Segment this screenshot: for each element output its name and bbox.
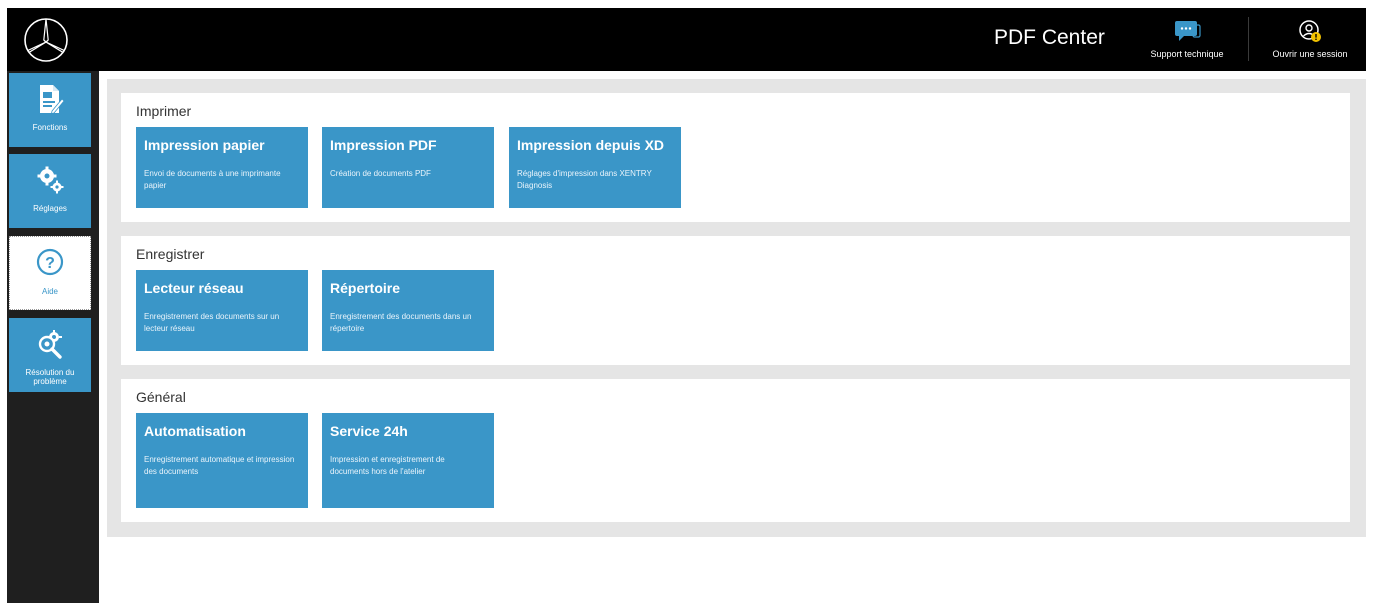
- tile-automatisation[interactable]: Automatisation Enregistrement automatiqu…: [136, 413, 308, 508]
- sidebar-item-fonctions[interactable]: Fonctions: [9, 73, 91, 147]
- sidebar-item-label: Réglages: [33, 204, 67, 213]
- tile-title: Impression papier: [144, 137, 265, 153]
- tile-description: Envoi de documents à une imprimante papi…: [144, 169, 281, 190]
- tile-impression-pdf[interactable]: Impression PDF Création de documents PDF: [322, 127, 494, 208]
- tile-title: Service 24h: [330, 423, 408, 439]
- login-button[interactable]: Ouvrir une session: [1265, 19, 1355, 59]
- tile-impression-papier[interactable]: Impression papier Envoi de documents à u…: [136, 127, 308, 208]
- gear-search-icon: [38, 330, 62, 359]
- section-imprimer: Imprimer Impression papier Envoi de docu…: [121, 93, 1350, 222]
- tile-description: Enregistrement automatique et impression…: [144, 455, 295, 476]
- top-bar: PDF Center Support technique Ouvrir une …: [7, 8, 1366, 71]
- user-warning-icon: [1299, 20, 1321, 42]
- mercedes-star-logo: [24, 18, 68, 62]
- tile-impression-xd[interactable]: Impression depuis XD Réglages d'impressi…: [509, 127, 681, 208]
- tile-title: Lecteur réseau: [144, 280, 244, 296]
- section-title: Général: [136, 389, 186, 405]
- tile-title: Répertoire: [330, 280, 401, 296]
- sidebar-item-label: Aide: [41, 287, 58, 296]
- help-circle-icon: ?: [36, 248, 64, 276]
- tile-description: Création de documents PDF: [330, 169, 431, 178]
- tile-description: Réglages d'impression dans XENTRY Diagno…: [517, 169, 652, 190]
- tile-title: Impression depuis XD: [517, 137, 665, 153]
- chat-bubble-icon: [1175, 21, 1201, 41]
- app-window: PDF Center Support technique Ouvrir une …: [7, 8, 1366, 603]
- svg-text:?: ?: [45, 255, 55, 272]
- login-label: Ouvrir une session: [1272, 49, 1348, 59]
- section-enregistrer: Enregistrer Lecteur réseau Enregistremen…: [121, 236, 1350, 365]
- sidebar-item-resolution[interactable]: Résolution du problème: [9, 318, 91, 392]
- sidebar: Fonctions Réglages ? Aide Résolution du …: [7, 71, 99, 603]
- sidebar-item-label: Fonctions: [32, 123, 68, 132]
- tile-description: Impression et enregistrement de document…: [330, 455, 445, 476]
- sidebar-item-reglages[interactable]: Réglages: [9, 154, 91, 228]
- tile-repertoire[interactable]: Répertoire Enregistrement des documents …: [322, 270, 494, 351]
- functions-panel: Imprimer Impression papier Envoi de docu…: [107, 79, 1366, 537]
- tile-title: Impression PDF: [330, 137, 437, 153]
- sidebar-item-label: Résolution du problème: [25, 368, 75, 386]
- section-title: Enregistrer: [136, 246, 205, 262]
- gears-icon: [37, 166, 64, 194]
- support-button[interactable]: Support technique: [1147, 19, 1227, 59]
- app-title: PDF Center: [994, 26, 1105, 49]
- document-edit-icon: [40, 85, 64, 115]
- section-general: Général Automatisation Enregistrement au…: [121, 379, 1350, 522]
- tile-lecteur-reseau[interactable]: Lecteur réseau Enregistrement des docume…: [136, 270, 308, 351]
- tile-description: Enregistrement des documents dans un rép…: [330, 312, 472, 333]
- tile-title: Automatisation: [144, 423, 246, 439]
- tile-description: Enregistrement des documents sur un lect…: [144, 312, 280, 333]
- support-label: Support technique: [1150, 49, 1224, 59]
- section-title: Imprimer: [136, 103, 192, 119]
- sidebar-item-aide[interactable]: ? Aide: [9, 236, 91, 310]
- header-divider: [1248, 17, 1249, 61]
- tile-service-24h[interactable]: Service 24h Impression et enregistrement…: [322, 413, 494, 508]
